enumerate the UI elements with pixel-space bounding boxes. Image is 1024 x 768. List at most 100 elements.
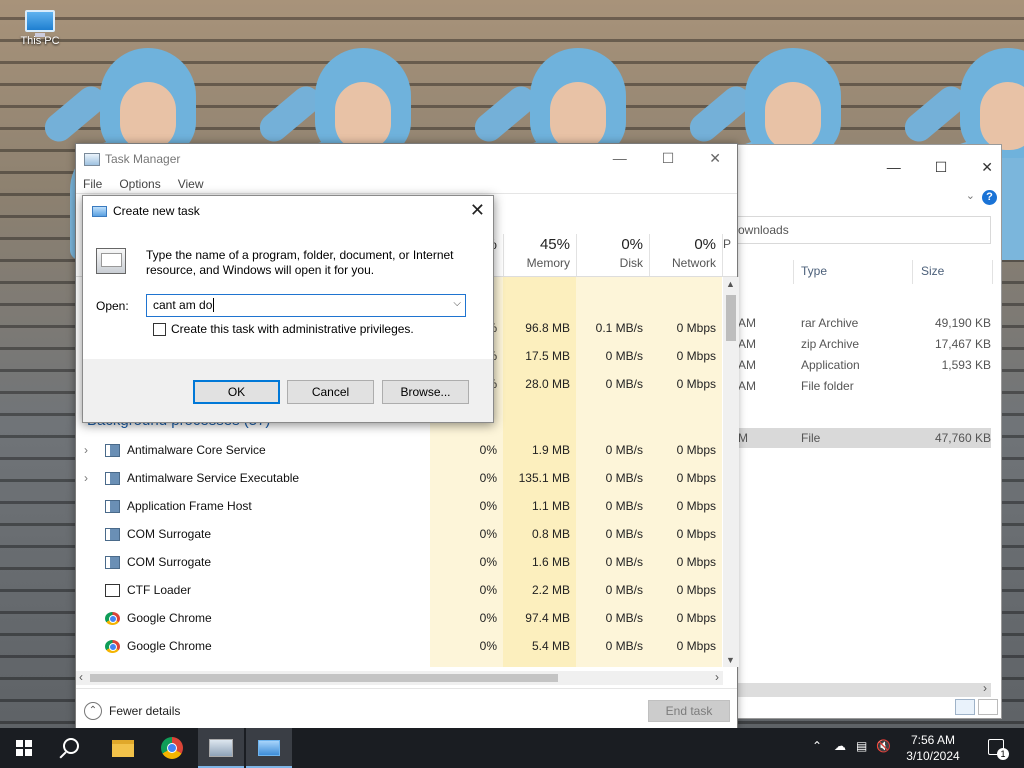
dialog-description: Type the name of a program, folder, docu… [146, 248, 454, 277]
column-header-size[interactable]: Size [921, 264, 944, 278]
memory-value: 28.0 MB [525, 377, 570, 391]
maximize-icon[interactable]: ☐ [662, 150, 675, 167]
window-controls: — ☐ ✕ [887, 159, 993, 176]
network-icon[interactable]: ▤ [856, 739, 867, 753]
close-icon[interactable]: ✕ [981, 159, 993, 176]
close-icon[interactable]: ✕ [709, 150, 721, 167]
network-value: 0 Mbps [676, 443, 716, 457]
ctf-loader-icon [105, 584, 120, 597]
taskbar: ⌃ ☁ ▤ 🔇 7:56 AM 3/10/2024 1 [0, 728, 1024, 768]
scrollbar-thumb[interactable] [726, 295, 736, 341]
file-row[interactable]: AM Application 1,593 KB [738, 355, 991, 375]
disk-value: 0 MB/s [605, 639, 643, 653]
disk-value: 0 MB/s [605, 471, 643, 485]
process-row[interactable]: COM Surrogate 0% 0.8 MB 0 MB/s 0 Mbps [76, 521, 723, 549]
file-row[interactable]: AM File folder [738, 376, 991, 396]
cpu-value: 0% [479, 443, 497, 457]
horizontal-scrollbar[interactable] [738, 681, 991, 697]
chevron-up-icon[interactable]: ⌃ [812, 739, 822, 753]
service-icon [105, 556, 120, 569]
file-type: File folder [801, 379, 854, 393]
notification-count: 1 [997, 748, 1009, 760]
fewer-details-button[interactable]: ⌃ Fewer details [84, 702, 180, 720]
expand-chevron-icon[interactable]: › [84, 471, 88, 485]
admin-privileges-checkbox[interactable]: Create this task with administrative pri… [153, 322, 414, 336]
chevron-down-icon[interactable]: ⌵ [453, 298, 461, 309]
process-row[interactable]: COM Surrogate 0% 1.6 MB 0 MB/s 0 Mbps [76, 549, 723, 577]
column-header-network[interactable]: 0% Network [649, 234, 722, 276]
browse-button[interactable]: Browse... [382, 380, 469, 404]
process-row[interactable]: Application Frame Host 0% 1.1 MB 0 MB/s … [76, 493, 723, 521]
task-manager-icon[interactable] [209, 739, 233, 757]
cpu-value: 0% [479, 527, 497, 541]
process-row[interactable]: Google Chrome 0% 97.4 MB 0 MB/s 0 Mbps [76, 605, 723, 633]
file-date: AM [738, 358, 756, 372]
menu-bar: File Options View [83, 177, 204, 191]
clock[interactable]: 7:56 AM 3/10/2024 [900, 732, 966, 764]
file-size: 47,760 KB [934, 431, 991, 445]
cancel-button[interactable]: Cancel [287, 380, 374, 404]
large-icons-view-icon[interactable] [978, 699, 998, 715]
vertical-scrollbar[interactable]: ▲ ▼ [723, 277, 739, 667]
network-value: 0 Mbps [676, 499, 716, 513]
maximize-icon[interactable]: ☐ [935, 159, 948, 176]
open-combobox[interactable]: cant am do ⌵ [146, 294, 466, 317]
process-row[interactable]: › Antimalware Service Executable 0% 135.… [76, 465, 723, 493]
horizontal-scrollbar[interactable]: ‹ › [76, 670, 723, 685]
checkbox[interactable] [153, 322, 166, 336]
menu-file[interactable]: File [83, 177, 102, 191]
column-header-memory[interactable]: 45% Memory [503, 234, 576, 276]
run-icon[interactable] [258, 740, 280, 756]
create-new-task-dialog[interactable]: Create new task ✕ Type the name of a pro… [82, 195, 494, 423]
view-toggle [955, 699, 998, 715]
chevron-down-icon[interactable]: ⌄ [966, 189, 975, 202]
end-task-button[interactable]: End task [648, 700, 730, 722]
desktop-icon-this-pc[interactable]: This PC [16, 10, 64, 47]
clock-time: 7:56 AM [910, 733, 956, 747]
file-explorer-window[interactable]: — ☐ ✕ ⌄ ? ownloads Type Size AM rar Arch… [737, 144, 1002, 719]
search-icon[interactable] [63, 738, 79, 754]
file-row[interactable]: AM zip Archive 17,467 KB [738, 334, 991, 354]
minimize-icon[interactable]: — [613, 150, 627, 167]
file-row-selected[interactable]: M File 47,760 KB [738, 428, 991, 448]
dialog-body: Type the name of a program, folder, docu… [83, 226, 493, 359]
volume-muted-icon[interactable]: 🔇 [876, 739, 891, 753]
help-icon[interactable]: ? [982, 190, 997, 205]
chrome-icon[interactable] [161, 737, 183, 759]
process-row[interactable]: Google Chrome 0% 5.4 MB 0 MB/s 0 Mbps [76, 633, 723, 661]
open-input-value[interactable]: cant am do [153, 298, 212, 312]
process-name: Application Frame Host [127, 499, 252, 513]
process-name: Antimalware Service Executable [127, 471, 300, 485]
start-icon[interactable] [16, 740, 32, 756]
menu-options[interactable]: Options [119, 177, 160, 191]
expand-chevron-icon[interactable]: › [84, 443, 88, 457]
column-header-disk[interactable]: 0% Disk [576, 234, 649, 276]
disk-value: 0 MB/s [605, 499, 643, 513]
column-header-type[interactable]: Type [801, 264, 827, 278]
process-row[interactable]: › Antimalware Core Service 0% 1.9 MB 0 M… [76, 437, 723, 465]
scroll-down-icon[interactable]: ▼ [726, 655, 735, 665]
service-icon [105, 444, 120, 457]
network-value: 0 Mbps [676, 377, 716, 391]
cpu-value: 0% [479, 499, 497, 513]
ok-button[interactable]: OK [193, 380, 280, 404]
file-explorer-icon[interactable] [112, 740, 134, 757]
scroll-up-icon[interactable]: ▲ [726, 279, 735, 289]
cloud-icon[interactable]: ☁ [834, 739, 846, 753]
scroll-left-icon[interactable]: ‹ [79, 670, 83, 684]
network-value: 0 Mbps [676, 471, 716, 485]
close-icon[interactable]: ✕ [470, 200, 485, 221]
disk-value: 0.1 MB/s [595, 321, 643, 335]
column-header-power[interactable]: P [722, 234, 739, 276]
file-row[interactable]: AM rar Archive 49,190 KB [738, 313, 991, 333]
details-view-icon[interactable] [955, 699, 975, 715]
column-headers: Type Size [738, 257, 993, 285]
process-row[interactable]: CTF Loader 0% 2.2 MB 0 MB/s 0 Mbps [76, 577, 723, 605]
menu-view[interactable]: View [178, 177, 204, 191]
task-manager-icon [84, 152, 100, 166]
dialog-title: Create new task [92, 204, 200, 218]
scrollbar-thumb[interactable] [90, 674, 558, 682]
minimize-icon[interactable]: — [887, 159, 901, 176]
scroll-right-icon[interactable]: › [715, 670, 719, 684]
address-bar[interactable]: ownloads [738, 216, 991, 244]
